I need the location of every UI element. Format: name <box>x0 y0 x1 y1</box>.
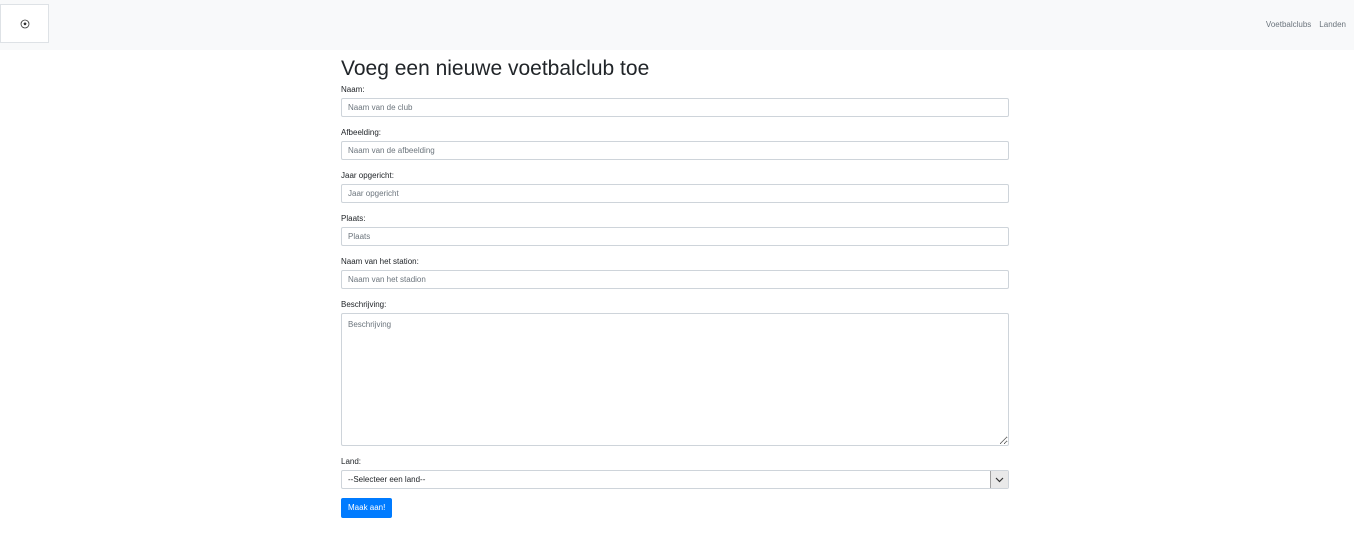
land-select[interactable]: --Selecteer een land-- <box>341 470 1009 489</box>
jaar-label: Jaar opgericht: <box>341 171 394 180</box>
page-title: Voeg een nieuwe voetbalclub toe <box>341 57 650 80</box>
field-group-naam: Naam: <box>341 85 1009 117</box>
submit-button[interactable]: Maak aan! <box>341 498 393 518</box>
afbeelding-input[interactable] <box>341 141 1009 160</box>
form-container: Voeg een nieuwe voetbalclub toe Naam: Af… <box>341 56 1009 518</box>
plaats-input[interactable] <box>341 227 1009 246</box>
chevron-down-icon[interactable] <box>990 471 1008 488</box>
navbar: Voetbalclubs Landen <box>0 0 1354 50</box>
field-group-land: Land: --Selecteer een land-- <box>341 457 1009 489</box>
afbeelding-label: Afbeelding: <box>341 128 382 137</box>
field-group-beschrijving: Beschrijving: <box>341 300 1009 446</box>
logo[interactable] <box>0 4 49 43</box>
field-group-jaar: Jaar opgericht: <box>341 171 1009 203</box>
stadion-input[interactable] <box>341 270 1009 289</box>
jaar-input[interactable] <box>341 184 1009 203</box>
nav-link-voetbalclubs[interactable]: Voetbalclubs <box>1266 20 1311 29</box>
beschrijving-label: Beschrijving: <box>341 300 387 309</box>
naam-input[interactable] <box>341 98 1009 117</box>
nav-links: Voetbalclubs Landen <box>1266 20 1346 29</box>
field-group-plaats: Plaats: <box>341 214 1009 246</box>
plaats-label: Plaats: <box>341 214 366 223</box>
submit-group: Maak aan! <box>341 497 393 518</box>
land-select-value: --Selecteer een land-- <box>348 475 426 484</box>
stadion-label: Naam van het station: <box>341 257 419 266</box>
beschrijving-textarea[interactable] <box>341 313 1009 446</box>
naam-label: Naam: <box>341 85 365 94</box>
field-group-stadion: Naam van het station: <box>341 257 1009 289</box>
field-group-afbeelding: Afbeelding: <box>341 128 1009 160</box>
nav-link-landen[interactable]: Landen <box>1319 20 1346 29</box>
land-label: Land: <box>341 457 362 466</box>
soccer-ball-icon <box>20 19 29 28</box>
